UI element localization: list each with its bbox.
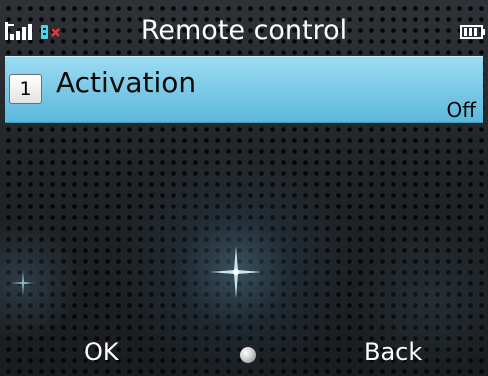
back-softkey[interactable]: Back bbox=[364, 337, 422, 367]
list-item-activation[interactable]: 1 Activation Off bbox=[5, 56, 483, 123]
battery-icon bbox=[460, 25, 485, 39]
sparkle-icon bbox=[11, 271, 35, 295]
center-select-icon[interactable] bbox=[240, 347, 256, 363]
ok-softkey[interactable]: OK bbox=[84, 337, 119, 367]
screen-title: Remote control bbox=[140, 15, 348, 46]
item-label: Activation bbox=[56, 66, 197, 99]
sparkle-icon bbox=[210, 246, 262, 298]
phone-screen: Remote control 1 Activation Off OK Back bbox=[0, 0, 488, 376]
item-value: Off bbox=[446, 98, 476, 122]
item-number-badge: 1 bbox=[9, 74, 42, 104]
status-bar: Remote control bbox=[0, 0, 488, 56]
